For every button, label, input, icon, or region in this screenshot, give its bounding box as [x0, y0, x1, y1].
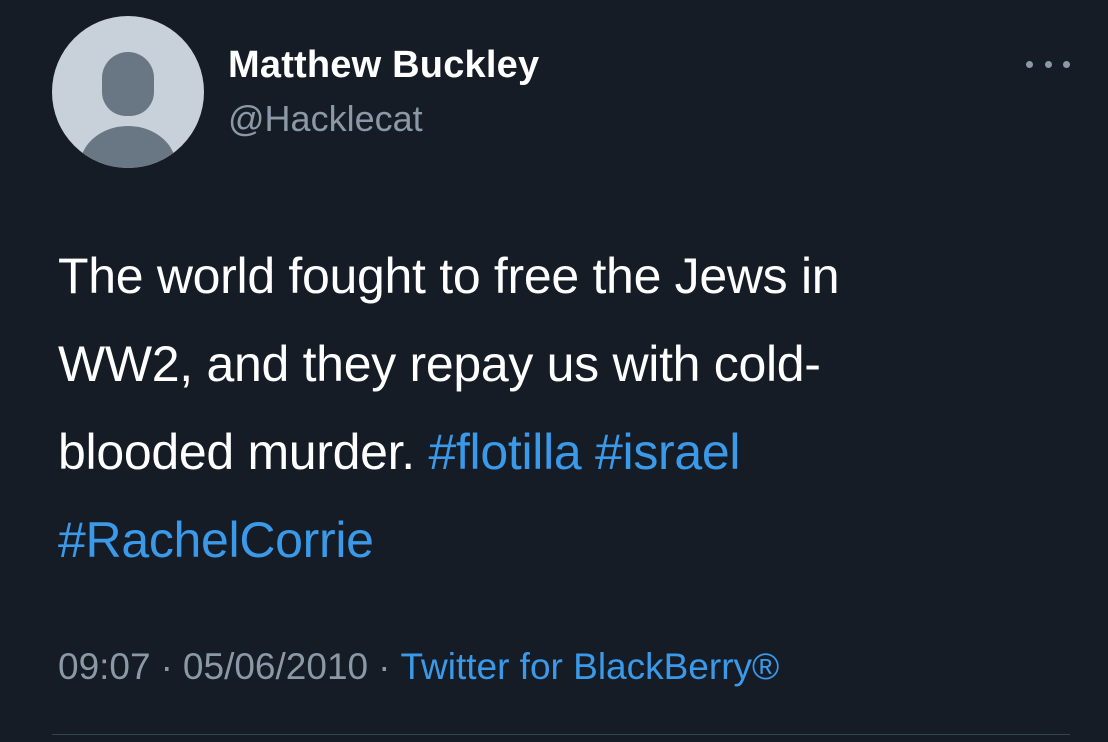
tweet-text-line: blooded murder. #flotilla #israel	[58, 408, 1068, 496]
tweet-text-line: #RachelCorrie	[58, 496, 1068, 584]
divider	[52, 734, 1070, 735]
user-display-name[interactable]: Matthew Buckley	[228, 44, 539, 87]
tweet-card: Matthew Buckley @Hacklecat The world fou…	[0, 0, 1108, 742]
avatar-head-shape	[102, 52, 154, 116]
more-options-button[interactable]	[1026, 54, 1070, 74]
tweet-time[interactable]: 09:07	[58, 646, 151, 687]
ellipsis-icon	[1026, 60, 1033, 68]
tweet-text-fragment: blooded murder.	[58, 424, 415, 480]
tweet-date[interactable]: 05/06/2010	[183, 646, 368, 687]
user-handle[interactable]: @Hacklecat	[228, 98, 423, 140]
tweet-text: The world fought to free the Jews in WW2…	[58, 232, 1068, 584]
avatar[interactable]	[52, 16, 204, 168]
meta-separator: ·	[160, 646, 173, 687]
ellipsis-icon	[1044, 60, 1052, 68]
hashtag-link[interactable]: #flotilla	[428, 424, 581, 480]
avatar-body-shape	[80, 126, 176, 168]
tweet-meta: 09:07 · 05/06/2010 · Twitter for BlackBerry®	[58, 646, 779, 688]
hashtag-link[interactable]: #RachelCorrie	[58, 512, 374, 568]
tweet-text-line: WW2, and they repay us with cold-	[58, 336, 821, 392]
ellipsis-icon	[1063, 60, 1070, 68]
tweet-source-link[interactable]: Twitter for BlackBerry®	[400, 646, 779, 687]
hashtag-link[interactable]: #israel	[595, 424, 741, 480]
meta-separator: ·	[378, 646, 391, 687]
tweet-text-line: The world fought to free the Jews in	[58, 248, 840, 304]
